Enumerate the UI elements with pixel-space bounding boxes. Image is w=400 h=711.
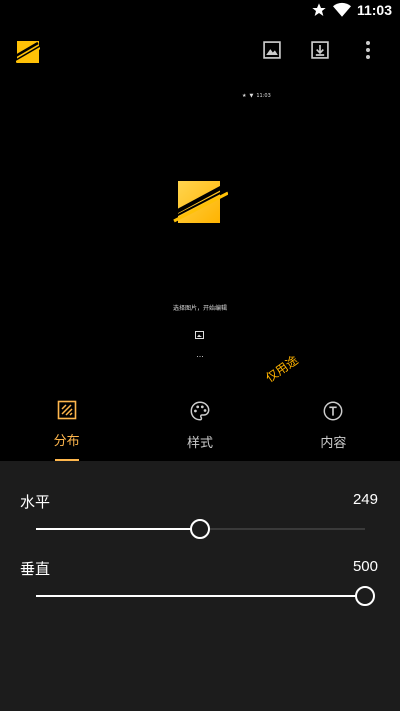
watermark-preview: ★ ▼ 11:03 选择图片，开始编辑 ... 仅用途 bbox=[0, 80, 400, 390]
settings-panel: 水平 249 垂直 500 bbox=[0, 461, 400, 711]
status-icons: 11:03 bbox=[311, 2, 392, 18]
save-button[interactable] bbox=[296, 38, 344, 66]
vertical-label: 垂直 bbox=[20, 560, 51, 578]
mini-status-time: 11:03 bbox=[256, 93, 271, 99]
setting-vertical: 垂直 500 bbox=[0, 558, 400, 618]
mini-image-icon bbox=[195, 324, 204, 339]
mini-status-bar: ★ ▼ 11:03 bbox=[242, 93, 271, 99]
setting-horizontal: 水平 249 bbox=[0, 491, 400, 551]
text-format-icon bbox=[322, 400, 344, 426]
tab-distribution[interactable]: 分布 bbox=[0, 390, 133, 461]
app-actions bbox=[248, 38, 392, 66]
slider-thumb[interactable] bbox=[189, 519, 210, 539]
slider-fill bbox=[36, 595, 365, 597]
horizontal-value: 249 bbox=[352, 491, 378, 508]
star-icon bbox=[311, 2, 327, 18]
horizontal-slider[interactable] bbox=[36, 519, 365, 539]
palette-icon bbox=[189, 400, 211, 426]
mini-hint-text: 选择图片，开始编辑 bbox=[172, 305, 227, 312]
more-options-button[interactable] bbox=[344, 38, 392, 66]
mini-wifi-icon: ▼ bbox=[249, 93, 254, 99]
wifi-icon bbox=[332, 2, 351, 18]
grid-texture-icon bbox=[57, 400, 77, 424]
horizontal-label: 水平 bbox=[20, 493, 51, 511]
tab-label: 分布 bbox=[53, 434, 80, 449]
status-time: 11:03 bbox=[356, 2, 392, 18]
status-bar: 11:03 bbox=[0, 0, 400, 24]
vertical-value: 500 bbox=[352, 558, 378, 575]
more-vert-icon bbox=[365, 40, 371, 64]
slider-fill bbox=[36, 528, 200, 530]
app-bar bbox=[0, 24, 400, 80]
tab-label: 样式 bbox=[186, 436, 213, 451]
pick-image-button[interactable] bbox=[248, 38, 296, 66]
preview-logo-icon bbox=[172, 179, 229, 227]
tab-bar: 分布 样式 内容 bbox=[0, 390, 400, 461]
tab-label: 内容 bbox=[320, 436, 347, 451]
app-logo-icon bbox=[13, 40, 43, 64]
tab-content[interactable]: 内容 bbox=[267, 390, 400, 461]
download-icon bbox=[310, 40, 330, 64]
image-icon bbox=[262, 40, 282, 64]
slider-thumb[interactable] bbox=[355, 586, 375, 606]
tab-style[interactable]: 样式 bbox=[133, 390, 266, 461]
vertical-slider[interactable] bbox=[36, 586, 375, 606]
mini-more-dots: ... bbox=[196, 350, 204, 359]
mini-star-icon: ★ bbox=[242, 93, 247, 99]
